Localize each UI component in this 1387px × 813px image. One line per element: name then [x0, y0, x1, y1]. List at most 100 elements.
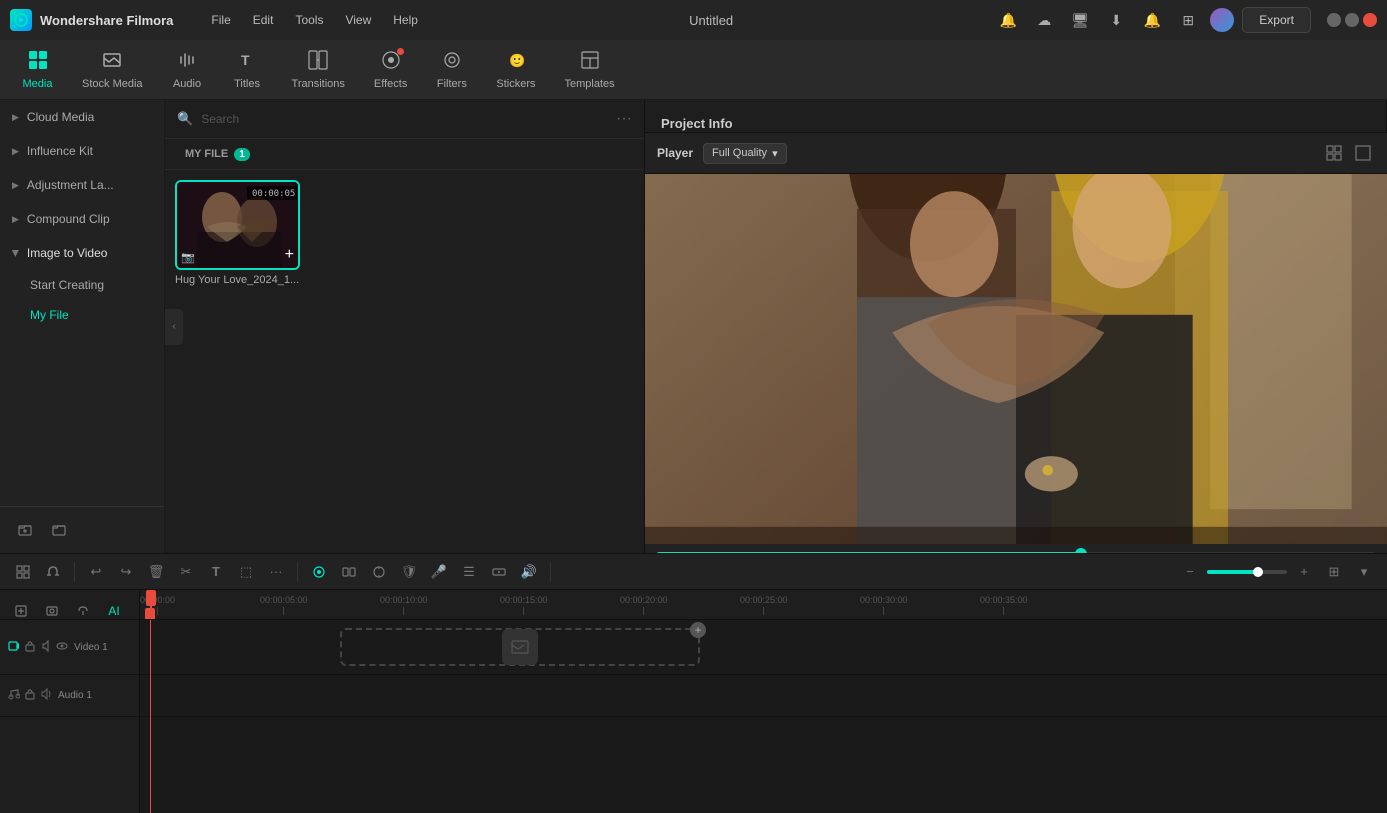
cloud-media-label: Cloud Media	[27, 110, 94, 124]
ruler-line-7	[1003, 607, 1004, 615]
camera-track-icon[interactable]	[8, 640, 20, 655]
influence-kit-label: Influence Kit	[27, 144, 93, 158]
menu-view[interactable]: View	[335, 9, 381, 31]
cloud-icon[interactable]: ☁	[1030, 6, 1058, 34]
zoom-out-btn[interactable]: −	[1177, 559, 1203, 585]
project-info-panel: Project Info Project Name: Untitled Proj…	[645, 100, 1387, 133]
undo-btn[interactable]: ↩	[83, 559, 109, 585]
toolbar-effects[interactable]: Effects	[362, 44, 419, 96]
sidebar-item-influence-kit[interactable]: ▶ Influence Kit	[0, 134, 164, 168]
sidebar-item-adjustment-layer[interactable]: ▶ Adjustment La...	[0, 168, 164, 202]
settings-btn[interactable]: ☰	[456, 559, 482, 585]
fullscreen-layout-btn[interactable]	[1351, 141, 1375, 165]
image-to-video-label: Image to Video	[27, 246, 108, 260]
timeline-content: AI Video 1	[0, 590, 1387, 813]
media-file-item[interactable]: 00:00:05 📷 + Hug Your Love_2024_1...	[175, 180, 300, 543]
player-progress-bar[interactable]	[657, 552, 1375, 553]
audio-icon	[177, 50, 197, 75]
minimize-button[interactable]: ─	[1327, 13, 1341, 27]
protect-btn[interactable]: 🛡	[396, 559, 422, 585]
zoom-in-btn[interactable]: +	[1291, 559, 1317, 585]
titles-label: Titles	[234, 78, 260, 90]
window-controls: ─ □ ✕	[1327, 13, 1377, 27]
app-name: Wondershare Filmora	[40, 13, 173, 28]
adjustment-label: Adjustment La...	[27, 178, 114, 192]
toolbar-media[interactable]: Media	[10, 44, 65, 96]
bell-icon[interactable]: 🔔	[1138, 6, 1166, 34]
delete-btn[interactable]: 🗑	[143, 559, 169, 585]
redo-btn[interactable]: ↪	[113, 559, 139, 585]
audio-track-btn[interactable]: 🔊	[516, 559, 542, 585]
scene-btn[interactable]	[10, 559, 36, 585]
cut-btn[interactable]: ✂	[173, 559, 199, 585]
stickers-icon: 🙂	[506, 50, 526, 75]
effects-dot	[397, 48, 404, 55]
eye-track-icon[interactable]	[56, 640, 68, 655]
add-track-btn[interactable]	[486, 559, 512, 585]
timeline-main: 00:00:00 00:00:05:00 00:00:10:00 00:00:1…	[140, 590, 1387, 813]
magnet-btn[interactable]	[40, 559, 66, 585]
text-btn[interactable]: T	[203, 559, 229, 585]
toolbar-templates[interactable]: Templates	[552, 44, 626, 96]
search-input[interactable]	[201, 112, 608, 126]
mic-btn[interactable]: 🎤	[426, 559, 452, 585]
sidebar-sub-my-file[interactable]: My File	[0, 300, 164, 330]
music-track-icon[interactable]	[8, 688, 20, 703]
audio-track-row[interactable]	[140, 675, 1387, 717]
speed-btn[interactable]	[336, 559, 362, 585]
thumb-add-icon[interactable]: 📷	[181, 251, 195, 264]
audio-vol-icon[interactable]	[40, 688, 52, 703]
media-options-icon[interactable]: ···	[616, 110, 632, 128]
toolbar-stickers[interactable]: 🙂 Stickers	[484, 44, 547, 96]
more-options-btn[interactable]: ⊞	[1321, 559, 1347, 585]
menu-file[interactable]: File	[201, 9, 240, 31]
toolbar-stock-media[interactable]: Stock Media	[70, 44, 155, 96]
toolbar-transitions[interactable]: Transitions	[280, 44, 357, 96]
menu-tools[interactable]: Tools	[285, 9, 333, 31]
media-panel: 🔍 ··· MY FILE 1	[165, 100, 645, 553]
sidebar-item-image-to-video[interactable]: ▶ Image to Video	[0, 236, 164, 270]
more-btn[interactable]: ···	[263, 559, 289, 585]
zoom-slider[interactable]	[1207, 570, 1287, 574]
add-folder-btn[interactable]	[12, 517, 38, 543]
maximize-button[interactable]: □	[1345, 13, 1359, 27]
ruler-line-3	[523, 607, 524, 615]
main-content: ▶ Cloud Media ▶ Influence Kit ▶ Adjustme…	[0, 100, 1387, 553]
audio-lock-icon[interactable]	[24, 688, 36, 703]
lock-track-icon[interactable]	[24, 640, 36, 655]
sidebar-item-compound-clip[interactable]: ▶ Compound Clip	[0, 202, 164, 236]
menu-help[interactable]: Help	[383, 9, 428, 31]
sidebar-item-cloud-media[interactable]: ▶ Cloud Media	[0, 100, 164, 134]
toolbar-audio[interactable]: Audio	[160, 44, 215, 96]
overflow-btn[interactable]: ▾	[1351, 559, 1377, 585]
user-avatar[interactable]	[1210, 8, 1234, 32]
ruler-line-4	[643, 607, 644, 615]
grid-layout-btn[interactable]	[1322, 141, 1346, 165]
media-thumbnail[interactable]: 00:00:05 📷 +	[175, 180, 300, 270]
video-preview	[645, 174, 1387, 544]
templates-icon	[580, 50, 600, 75]
stabilize-btn[interactable]	[366, 559, 392, 585]
quality-selector[interactable]: Full Quality ▾	[703, 143, 787, 164]
toolbar-filters[interactable]: Filters	[424, 44, 479, 96]
timeline-ruler[interactable]: 00:00:00 00:00:05:00 00:00:10:00 00:00:1…	[140, 590, 1387, 620]
new-folder-btn[interactable]	[46, 517, 72, 543]
video-track-row[interactable]: +	[140, 620, 1387, 675]
export-button[interactable]: Export	[1242, 7, 1311, 33]
crop-btn[interactable]: ⬚	[233, 559, 259, 585]
thumb-plus-icon[interactable]: +	[285, 246, 294, 264]
progress-thumb[interactable]	[1075, 548, 1087, 553]
menu-edit[interactable]: Edit	[243, 9, 284, 31]
download-icon[interactable]: ⬇	[1102, 6, 1130, 34]
toolbar-titles[interactable]: T Titles	[220, 44, 275, 96]
sidebar-collapse-button[interactable]: ‹	[165, 309, 183, 345]
close-button[interactable]: ✕	[1363, 13, 1377, 27]
timeline-toolbar: ↩ ↪ 🗑 ✂ T ⬚ ··· 🛡 🎤 ☰ 🔊 − +	[0, 554, 1387, 590]
my-file-tab[interactable]: MY FILE 1	[177, 145, 258, 163]
motion-btn[interactable]	[306, 559, 332, 585]
audio-mute-icon[interactable]	[40, 640, 52, 655]
sidebar-sub-start-creating[interactable]: Start Creating	[0, 270, 164, 300]
monitor-icon[interactable]: 🖥	[1066, 6, 1094, 34]
grid-icon[interactable]: ⊞	[1174, 6, 1202, 34]
notification-icon[interactable]: 🔔	[994, 6, 1022, 34]
